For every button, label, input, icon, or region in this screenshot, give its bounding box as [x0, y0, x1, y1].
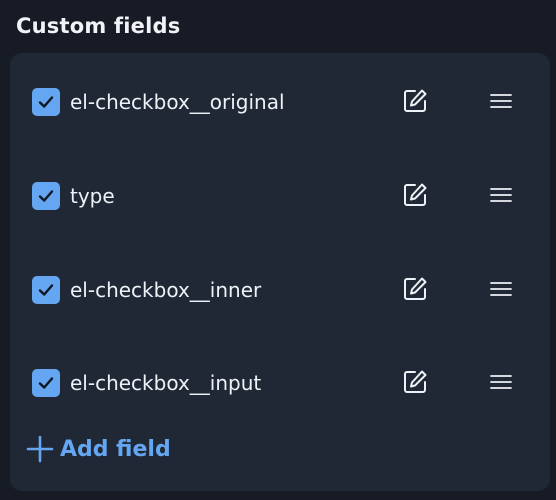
field-row: el-checkbox__original [10, 72, 550, 132]
field-checkbox[interactable] [32, 88, 60, 116]
checkmark-icon [38, 190, 54, 202]
add-field-button[interactable]: Add field [26, 432, 171, 466]
edit-field-button[interactable] [400, 367, 430, 397]
field-checkbox[interactable] [32, 369, 60, 397]
field-checkbox[interactable] [32, 182, 60, 210]
edit-field-button[interactable] [400, 86, 430, 116]
edit-icon [404, 183, 427, 206]
field-label: type [70, 184, 115, 208]
field-row: el-checkbox__inner [10, 260, 550, 320]
edit-icon [404, 370, 427, 393]
drag-handle[interactable] [486, 180, 516, 210]
custom-fields-panel: el-checkbox__original type el-checkbox__… [10, 53, 550, 491]
drag-handle[interactable] [486, 274, 516, 304]
field-label: el-checkbox__original [70, 90, 285, 114]
drag-handle-icon [490, 188, 512, 202]
add-field-label: Add field [60, 436, 171, 462]
field-label: el-checkbox__inner [70, 278, 262, 302]
field-row: el-checkbox__input [10, 353, 550, 413]
checkmark-icon [38, 96, 54, 108]
edit-icon [404, 89, 427, 112]
edit-field-button[interactable] [400, 180, 430, 210]
edit-icon [404, 277, 427, 300]
section-title: Custom fields [16, 14, 181, 38]
checkmark-icon [38, 284, 54, 296]
drag-handle-icon [490, 282, 512, 296]
drag-handle[interactable] [486, 367, 516, 397]
edit-field-button[interactable] [400, 274, 430, 304]
drag-handle-icon [490, 375, 512, 389]
field-row: type [10, 166, 550, 226]
plus-icon [26, 435, 54, 463]
drag-handle-icon [490, 94, 512, 108]
field-checkbox[interactable] [32, 276, 60, 304]
field-label: el-checkbox__input [70, 371, 262, 395]
checkmark-icon [38, 377, 54, 389]
drag-handle[interactable] [486, 86, 516, 116]
